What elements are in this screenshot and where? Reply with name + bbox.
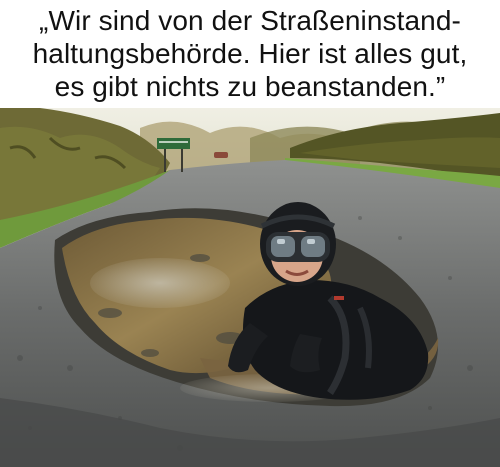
road-sign <box>157 138 190 149</box>
photo-illustration <box>0 108 500 467</box>
caption-line-1: „Wir sind von der Straßeninstand- <box>39 5 461 36</box>
caption-line-3: es gibt nichts zu beanstanden.” <box>54 71 446 102</box>
meme-photo <box>0 108 500 467</box>
meme-caption: „Wir sind von der Straßeninstand- haltun… <box>0 0 500 108</box>
caption-text: „Wir sind von der Straßeninstand- haltun… <box>0 4 500 103</box>
distant-car <box>214 152 228 158</box>
caption-line-2: haltungsbehörde. Hier ist alles gut, <box>32 38 468 69</box>
